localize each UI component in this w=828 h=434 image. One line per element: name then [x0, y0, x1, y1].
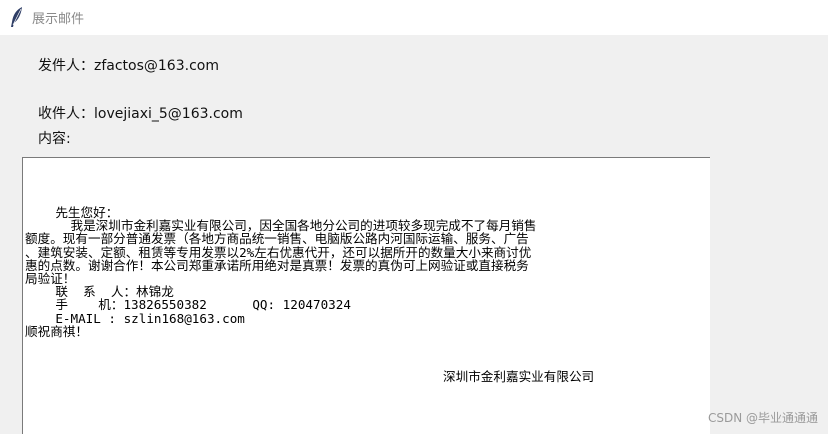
- window-title: 展示邮件: [32, 12, 85, 27]
- from-row: 发件人：zfactos@163.com: [38, 55, 219, 75]
- content-text-area[interactable]: 先生您好： 我是深圳市金利嘉实业有限公司，因全国各地分公司的进项较多现完成不了每…: [22, 157, 710, 434]
- from-value: zfactos@163.com: [94, 58, 219, 74]
- feather-icon: [10, 6, 24, 28]
- watermark: CSDN @毕业通通通: [707, 411, 818, 425]
- content-label: 内容:: [38, 131, 71, 147]
- title-bar[interactable]: 展示邮件: [0, 0, 828, 35]
- company-signature: 深圳市金利嘉实业有限公司: [443, 369, 595, 384]
- content-line: 顺祝商祺！: [25, 323, 88, 339]
- to-row: 收件人：lovejiaxi_5@163.com: [38, 103, 243, 123]
- to-label: 收件人：: [38, 106, 94, 122]
- to-value: lovejiaxi_5@163.com: [94, 106, 243, 122]
- content-line: 惠的点数。谢谢合作！本公司郑重承诺所用绝对是真票！发票的真伪可上网验证或直接税务: [25, 257, 529, 273]
- mail-viewer-window: 展示邮件 发件人：zfactos@163.com 收件人：lovejiaxi_5…: [0, 0, 828, 434]
- content-body: 先生您好： 我是深圳市金利嘉实业有限公司，因全国各地分公司的进项较多现完成不了每…: [25, 206, 536, 338]
- from-label: 发件人：: [38, 58, 94, 74]
